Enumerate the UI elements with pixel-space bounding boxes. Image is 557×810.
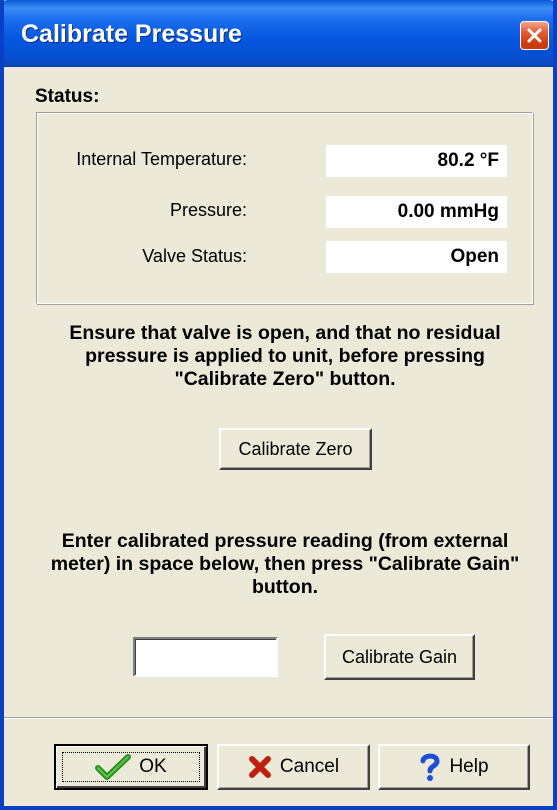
- pressure-label: Pressure:: [169, 200, 247, 220]
- calibrated-pressure-input[interactable]: [133, 637, 278, 677]
- calibrate-pressure-dialog: Calibrate Pressure Status: Internal Temp…: [0, 0, 557, 810]
- window-title: Calibrate Pressure: [21, 20, 242, 48]
- help-button[interactable]: Help: [378, 744, 530, 790]
- calibrate-zero-button[interactable]: Calibrate Zero: [219, 428, 372, 470]
- help-label: Help: [449, 756, 489, 777]
- internal-temperature-label: Internal Temperature:: [76, 149, 247, 169]
- title-bar[interactable]: Calibrate Pressure: [4, 0, 553, 67]
- ok-label: OK: [139, 756, 167, 777]
- zero-instruction: Ensure that valve is open, and that no r…: [69, 322, 501, 390]
- x-mark-icon: [248, 755, 272, 779]
- calibrate-gain-button[interactable]: Calibrate Gain: [324, 634, 475, 680]
- pressure-value: 0.00 mmHg: [326, 196, 507, 228]
- status-heading: Status:: [35, 86, 100, 107]
- ok-button[interactable]: OK: [54, 744, 208, 790]
- close-button[interactable]: [520, 21, 549, 50]
- valve-status-label: Valve Status:: [142, 246, 247, 266]
- status-group: Internal Temperature: 80.2 °F Pressure: …: [36, 112, 533, 304]
- internal-temperature-value: 80.2 °F: [326, 145, 507, 177]
- footer-separator: [4, 717, 553, 719]
- question-mark-icon: [419, 752, 441, 782]
- cancel-button[interactable]: Cancel: [217, 744, 370, 790]
- close-icon: [526, 27, 543, 44]
- checkmark-icon: [95, 754, 132, 780]
- cancel-label: Cancel: [279, 756, 340, 777]
- gain-instruction: Enter calibrated pressure reading (from …: [50, 530, 520, 598]
- valve-status-value: Open: [326, 241, 507, 273]
